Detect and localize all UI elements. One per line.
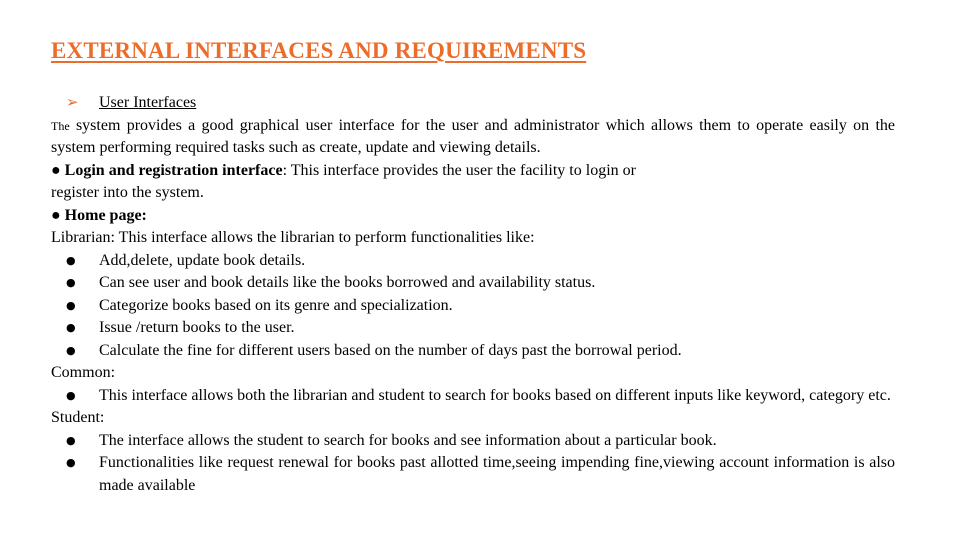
bullet-icon: ● (66, 253, 76, 267)
bullet-icon: ● (66, 276, 76, 289)
intro-lead: The (51, 118, 70, 133)
login-text-2: register into the system. (51, 184, 204, 201)
intro-text: system provides a good graphical user in… (51, 116, 895, 157)
arrow-bullet-icon: ➢ (66, 95, 79, 111)
section-heading: ➢ User Interfaces (51, 92, 895, 115)
bullet-icon: ● (66, 388, 76, 402)
common-list: ● This interface allows both the librari… (51, 385, 895, 408)
bullet-icon: ● (66, 321, 76, 334)
bullet-icon: ● (66, 343, 76, 357)
login-text-1: : This interface provides the user the f… (282, 161, 636, 179)
intro-paragraph: The system provides a good graphical use… (51, 115, 895, 160)
home-marker: ● (51, 206, 61, 224)
list-item: ● Functionalities like request renewal f… (51, 452, 895, 497)
login-paragraph: ● Login and registration interface: This… (51, 160, 895, 183)
login-marker: ● (51, 161, 61, 179)
common-label: Common: (51, 364, 116, 381)
bullet-icon: ● (66, 298, 76, 312)
document-body: ➢ User Interfaces The system provides a … (51, 92, 895, 497)
librarian-label: Librarian: This interface allows the lib… (51, 229, 535, 246)
list-item: ● This interface allows both the librari… (51, 385, 895, 408)
student-label: Student: (51, 409, 105, 426)
home-heading: Home page: (64, 206, 147, 224)
student-list: ● The interface allows the student to se… (51, 430, 895, 498)
list-item: ● Calculate the fine for different users… (51, 340, 895, 363)
list-item: ● Categorize books based on its genre an… (51, 295, 895, 318)
bullet-icon: ● (66, 433, 76, 447)
list-item: ● The interface allows the student to se… (51, 430, 895, 453)
bullet-icon: ● (66, 456, 76, 469)
home-heading-row: ● Home page: (51, 205, 895, 228)
section-label: User Interfaces (99, 94, 197, 111)
page-title: EXTERNAL INTERFACES AND REQUIREMENTS (51, 38, 587, 63)
login-heading: Login and registration interface (64, 161, 283, 179)
list-item: ● Issue /return books to the user. (51, 317, 895, 340)
list-item: ● Can see user and book details like the… (51, 272, 895, 295)
list-item: ● Add,delete, update book details. (51, 250, 895, 273)
librarian-list: ● Add,delete, update book details. ● Can… (51, 250, 895, 363)
